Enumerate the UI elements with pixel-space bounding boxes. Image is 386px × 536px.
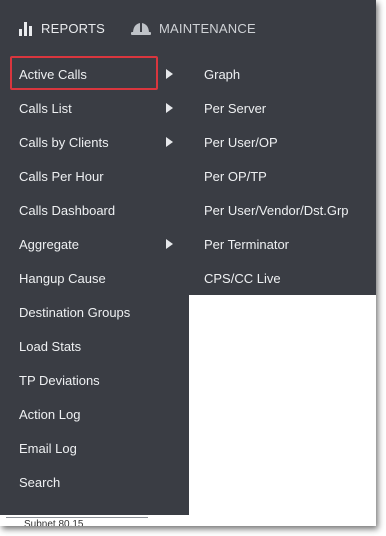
submenu-item-label: CPS/CC Live [204, 270, 281, 286]
submenu-item-label: Per User/Vendor/Dst.Grp [204, 202, 349, 218]
menu-item-label: Search [19, 474, 61, 490]
nav-reports-label: REPORTS [41, 21, 106, 36]
menu-item-action-log[interactable]: Action Log [0, 397, 189, 431]
submenu-item-label: Per Server [204, 100, 267, 116]
menu-item-label: Hangup Cause [19, 270, 106, 286]
menu-item-load-stats[interactable]: Load Stats [0, 329, 189, 363]
nav-maintenance-label: MAINTENANCE [159, 21, 256, 36]
menu-item-aggregate[interactable]: Aggregate [0, 227, 189, 261]
menu-item-email-log[interactable]: Email Log [0, 431, 189, 465]
caret-right-icon [166, 69, 173, 79]
menu-item-label: Active Calls [19, 66, 87, 82]
menu-item-active-calls[interactable]: Active Calls [0, 57, 189, 91]
underlying-page-fragment: Subnet 80.15 [6, 515, 148, 526]
submenu-item-per-op-tp[interactable]: Per OP/TP [189, 159, 376, 193]
top-navbar: REPORTS MAINTENANCE [0, 0, 376, 57]
reports-dropdown-menu: Active Calls Calls List Calls by Clients… [0, 57, 189, 515]
menu-item-destination-groups[interactable]: Destination Groups [0, 295, 189, 329]
menu-item-label: Action Log [19, 406, 81, 422]
submenu-item-per-terminator[interactable]: Per Terminator [189, 227, 376, 261]
menu-item-label: Destination Groups [19, 304, 131, 320]
caret-right-icon [166, 137, 173, 147]
menu-item-calls-dashboard[interactable]: Calls Dashboard [0, 193, 189, 227]
menu-item-hangup-cause[interactable]: Hangup Cause [0, 261, 189, 295]
nav-maintenance[interactable]: MAINTENANCE [131, 0, 256, 57]
active-calls-submenu: Graph Per Server Per User/OP Per OP/TP P… [189, 57, 376, 295]
menu-item-label: Load Stats [19, 338, 82, 354]
menu-item-label: Calls by Clients [19, 134, 109, 150]
submenu-item-label: Per Terminator [204, 236, 290, 252]
menu-item-label: Calls Per Hour [19, 168, 104, 184]
submenu-item-graph[interactable]: Graph [189, 57, 376, 91]
caret-right-icon [166, 103, 173, 113]
submenu-item-per-user-op[interactable]: Per User/OP [189, 125, 376, 159]
menu-item-label: Aggregate [19, 236, 79, 252]
menu-item-label: TP Deviations [19, 372, 100, 388]
menu-item-calls-per-hour[interactable]: Calls Per Hour [0, 159, 189, 193]
menu-item-calls-list[interactable]: Calls List [0, 91, 189, 125]
caret-right-icon [166, 239, 173, 249]
menu-item-label: Email Log [19, 440, 77, 456]
partial-text: Subnet 80.15 [24, 519, 84, 526]
submenu-item-label: Per OP/TP [204, 168, 267, 184]
bar-chart-icon [19, 21, 33, 36]
menu-item-search[interactable]: Search [0, 465, 189, 499]
submenu-item-cps-cc-live[interactable]: CPS/CC Live [189, 261, 376, 295]
menu-item-calls-by-clients[interactable]: Calls by Clients [0, 125, 189, 159]
submenu-item-label: Per User/OP [204, 134, 278, 150]
app-window: REPORTS MAINTENANCE Active Calls Calls L… [0, 0, 376, 526]
nav-reports[interactable]: REPORTS [19, 0, 105, 57]
menu-item-label: Calls List [19, 100, 72, 116]
menu-item-label: Calls Dashboard [19, 202, 116, 218]
submenu-item-per-server[interactable]: Per Server [189, 91, 376, 125]
submenu-item-per-user-vendor-dst-grp[interactable]: Per User/Vendor/Dst.Grp [189, 193, 376, 227]
submenu-item-label: Graph [204, 66, 241, 82]
helmet-icon [131, 22, 151, 36]
menu-item-tp-deviations[interactable]: TP Deviations [0, 363, 189, 397]
